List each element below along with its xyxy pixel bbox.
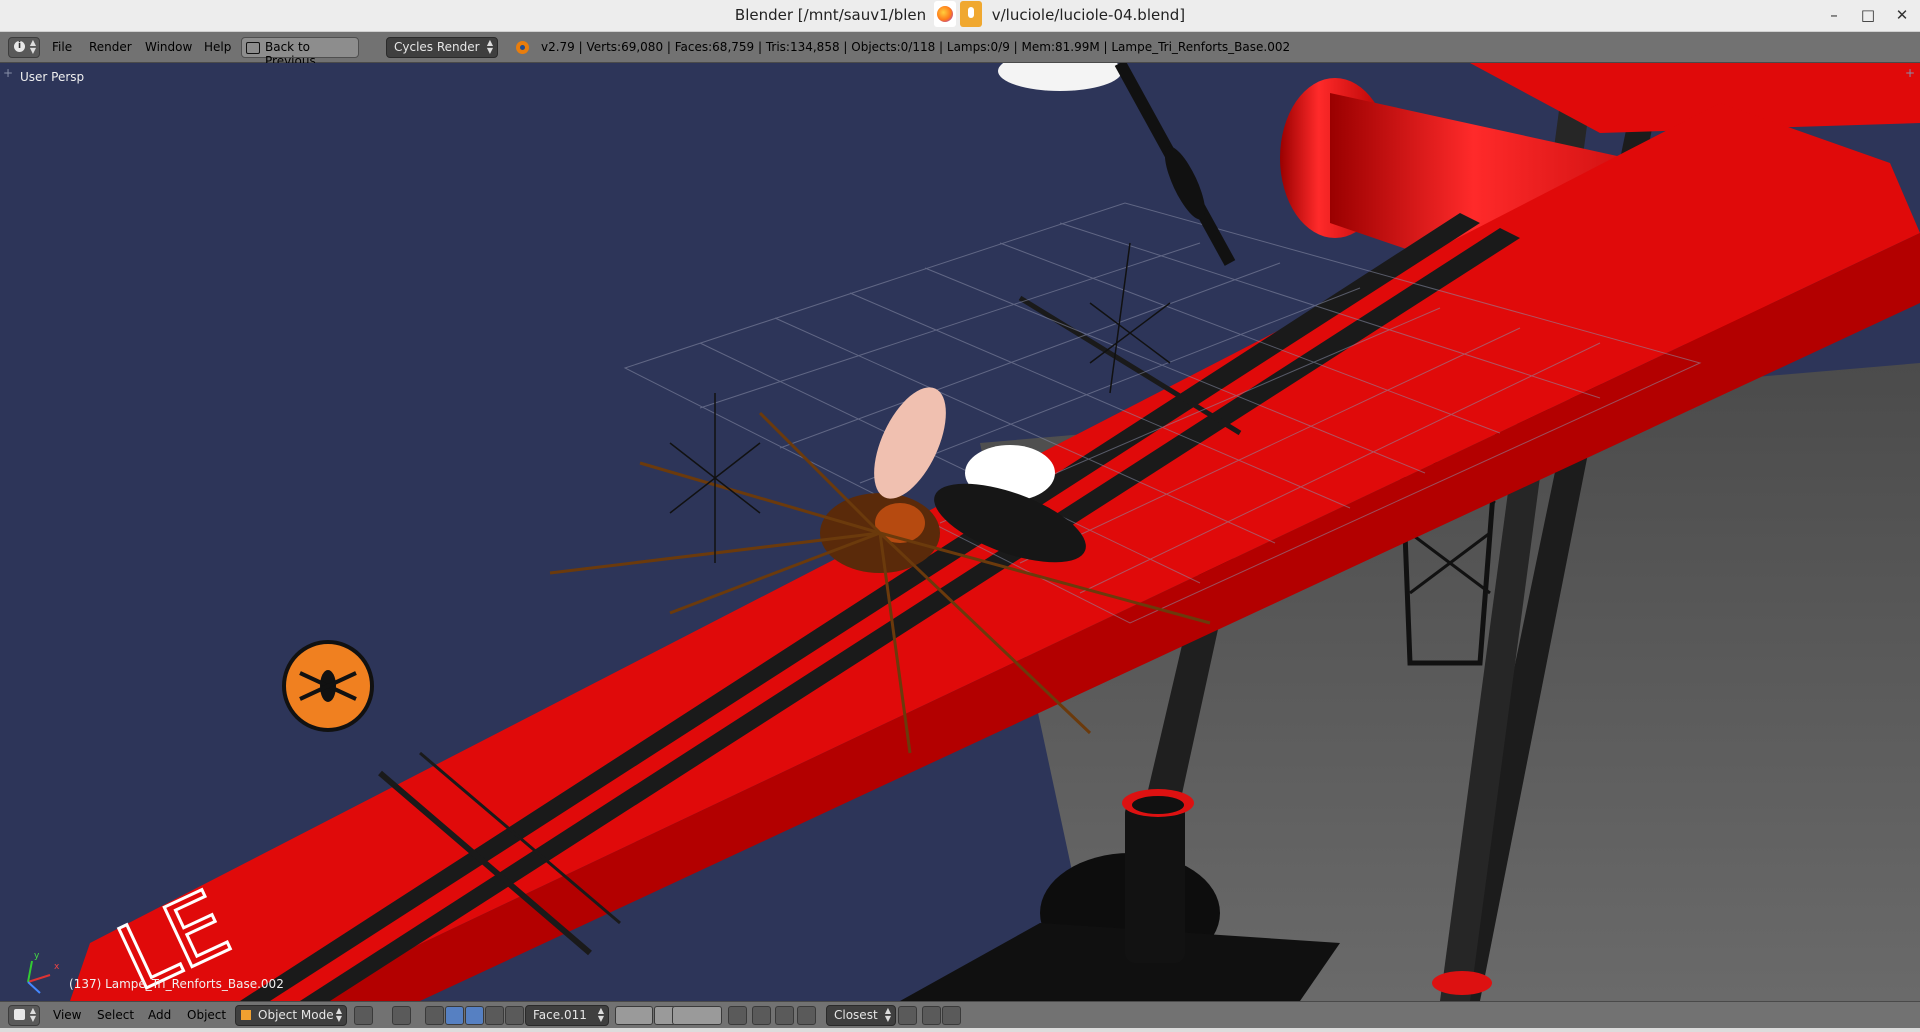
window-titlebar: Blender [/mnt/sauv1/blen v/luciole/lucio… <box>0 0 1920 32</box>
info-header: i ▲ ▼ File Render Window Help Back to Pre… <box>0 32 1920 68</box>
updown-arrows-icon: ▲ ▼ <box>335 1006 342 1023</box>
transform-orientation-label: Face.011 <box>533 1008 587 1022</box>
render-engine-label: Cycles Render <box>394 40 480 54</box>
scale-manipulator-icon[interactable] <box>485 1006 504 1025</box>
updown-arrows-icon: ▲ ▼ <box>29 38 36 55</box>
proportional-edit-icon[interactable] <box>752 1006 771 1025</box>
manipulator-icon[interactable] <box>425 1006 444 1025</box>
updown-arrows-icon: ▲ ▼ <box>884 1006 891 1023</box>
interaction-mode-label: Object Mode <box>258 1008 334 1022</box>
transform-orientation-dropdown[interactable]: Face.011 ▲ ▼ <box>525 1005 609 1026</box>
snap-target-dropdown[interactable]: Closest ▲ ▼ <box>826 1005 896 1026</box>
pivot-point-icon[interactable] <box>392 1006 411 1025</box>
menu-select[interactable]: Select <box>97 1008 134 1022</box>
scene-stats: v2.79 | Verts:69,080 | Faces:68,759 | Tr… <box>541 40 1291 54</box>
lock-camera-icon[interactable] <box>728 1006 747 1025</box>
menu-render[interactable]: Render <box>89 40 132 54</box>
3d-view-icon <box>14 1009 25 1020</box>
axis-x-line <box>27 974 51 983</box>
editor-type-selector[interactable]: i ▲ ▼ <box>8 37 40 58</box>
back-to-previous-button[interactable]: Back to Previous <box>241 37 359 68</box>
info-icon: i <box>14 41 25 52</box>
window-title-text: Blender [/mnt/sauv1/blen <box>734 6 927 24</box>
menu-file[interactable]: File <box>52 40 72 54</box>
rotate-manipulator-icon[interactable] <box>465 1006 484 1025</box>
firefox-icon[interactable] <box>934 1 956 27</box>
editor-type-selector[interactable]: ▲ ▼ <box>8 1005 40 1026</box>
area-split-corner-icon[interactable]: + <box>1905 66 1915 80</box>
menu-view[interactable]: View <box>53 1008 81 1022</box>
translate-manipulator-icon[interactable] <box>445 1006 464 1025</box>
render-engine-dropdown[interactable]: Cycles Render ▲ ▼ <box>386 37 498 58</box>
3d-viewport[interactable]: LE User Persp + + x y (137) Lampe_Tri_Re… <box>0 63 1920 1001</box>
axis-x-label: x <box>54 962 60 972</box>
snap-element-icon[interactable] <box>797 1006 816 1025</box>
align-rotation-icon[interactable] <box>898 1006 917 1025</box>
menu-window[interactable]: Window <box>145 40 192 54</box>
viewport-scene: LE <box>27 63 1920 1001</box>
maximize-button[interactable]: □ <box>1858 6 1878 24</box>
window-title-tail: v/luciole/luciole-04.blend] <box>991 6 1186 24</box>
object-mode-icon <box>241 1010 251 1020</box>
menu-object[interactable]: Object <box>187 1008 226 1022</box>
menu-add[interactable]: Add <box>148 1008 171 1022</box>
menu-help[interactable]: Help <box>204 40 231 54</box>
axis-y-label: y <box>34 951 40 961</box>
updown-arrows-icon: ▲ ▼ <box>486 38 493 55</box>
microphone-icon[interactable] <box>960 1 982 27</box>
layers-grid-3[interactable] <box>672 1006 722 1025</box>
snap-toggle-icon[interactable] <box>775 1006 794 1025</box>
viewport-shading-icon[interactable] <box>354 1006 373 1025</box>
interaction-mode-dropdown[interactable]: Object Mode ▲ ▼ <box>235 1005 347 1026</box>
snap-target-label: Closest <box>834 1008 878 1022</box>
area-split-corner-icon[interactable]: + <box>3 66 13 80</box>
minimize-button[interactable]: – <box>1824 6 1844 24</box>
view-perspective-label: User Persp <box>20 70 85 84</box>
screen-back-icon <box>246 42 260 54</box>
active-object-label: (137) Lampe_Tri_Renforts_Base.002 <box>69 977 284 991</box>
blender-logo-icon <box>516 41 529 54</box>
opengl-render-animation-icon[interactable] <box>942 1006 961 1025</box>
3d-view-header: ▲ ▼ View Select Add Object Object Mode ▲ ▼… <box>0 1001 1920 1028</box>
layers-grid-1[interactable] <box>615 1006 653 1025</box>
orientation-icon[interactable] <box>505 1006 524 1025</box>
opengl-render-icon[interactable] <box>922 1006 941 1025</box>
close-button[interactable]: ✕ <box>1892 6 1912 24</box>
axis-y-line <box>27 960 33 983</box>
updown-arrows-icon: ▲ ▼ <box>597 1006 604 1023</box>
status-strip <box>0 1028 1920 1032</box>
updown-arrows-icon: ▲ ▼ <box>29 1006 36 1023</box>
